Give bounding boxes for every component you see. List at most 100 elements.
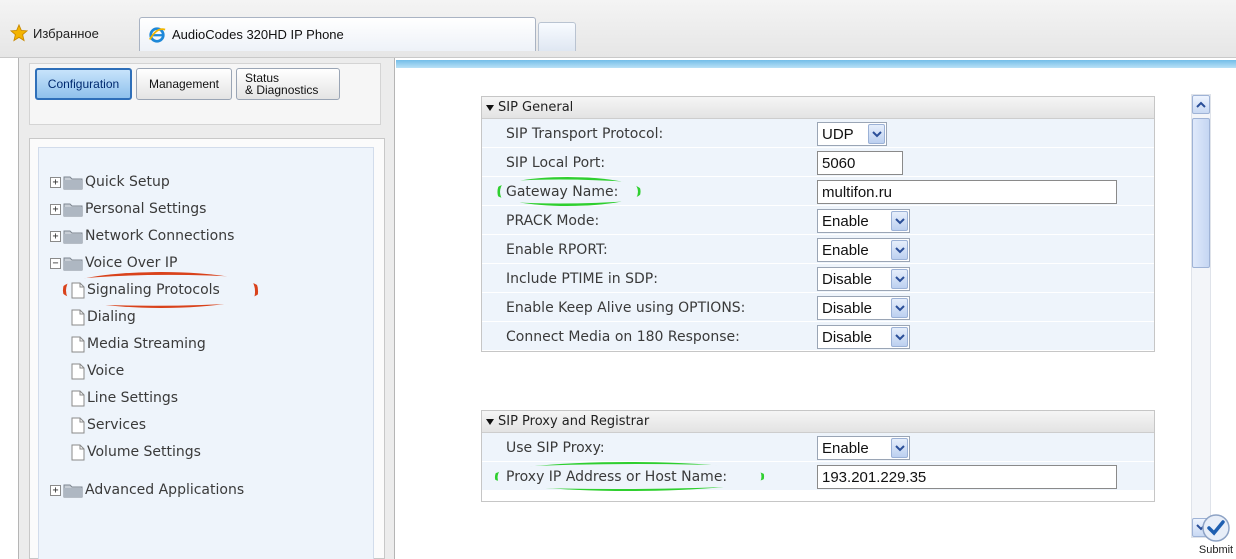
keep-alive-options-label: Enable Keep Alive using OPTIONS: [506, 299, 746, 316]
vertical-scrollbar[interactable] [1191, 94, 1211, 538]
sip-proxy-title: SIP Proxy and Registrar [498, 414, 650, 429]
proxy-ip-input[interactable]: 193.201.229.35 [817, 465, 1117, 489]
tree-item-personal-settings[interactable]: + Personal Settings [50, 197, 206, 221]
row-sip-local-port: SIP Local Port: 5060 [482, 148, 1154, 177]
page-icon [71, 309, 85, 325]
main-content: SIP General SIP Transport Protocol: UDP … [396, 58, 1236, 559]
left-panel: Configuration Management Status & Diagno… [18, 58, 395, 559]
collapse-icon[interactable]: − [50, 257, 61, 269]
use-sip-proxy-label: Use SIP Proxy: [506, 439, 605, 456]
select-value: UDP [822, 125, 854, 143]
keep-alive-options-select[interactable]: Disable [817, 296, 910, 320]
favorites-label: Избранное [33, 25, 99, 41]
tree-label: Line Settings [87, 390, 179, 406]
scroll-up-button[interactable] [1192, 95, 1210, 114]
row-use-sip-proxy: Use SIP Proxy: Enable [482, 433, 1154, 462]
folder-icon [63, 176, 83, 190]
tree-item-volume-settings[interactable]: Volume Settings [71, 440, 201, 464]
chevron-down-icon[interactable] [868, 124, 885, 144]
sip-general-section: SIP General SIP Transport Protocol: UDP … [481, 96, 1155, 352]
status-diagnostics-tab[interactable]: Status & Diagnostics [236, 68, 340, 100]
page-icon [71, 417, 85, 433]
select-value: Disable [822, 328, 873, 346]
chevron-down-icon[interactable] [891, 327, 908, 347]
sip-proxy-header[interactable]: SIP Proxy and Registrar [482, 411, 1154, 433]
sip-transport-protocol-select[interactable]: UDP [817, 122, 887, 146]
tree-item-line-settings[interactable]: Line Settings [71, 386, 178, 410]
page-icon [71, 444, 85, 460]
tree-label: Signaling Protocols [87, 282, 220, 298]
chevron-down-icon[interactable] [891, 269, 908, 289]
tree-item-network-connections[interactable]: + Network Connections [50, 224, 234, 248]
folder-icon [63, 257, 83, 271]
tree-item-quick-setup[interactable]: + Quick Setup [50, 170, 170, 194]
tree-item-services[interactable]: Services [71, 413, 146, 437]
submit-button[interactable]: Submit [1196, 513, 1236, 559]
browser-tab-bar: Избранное AudioCodes 320HD IP Phone [0, 0, 1236, 58]
gateway-name-input[interactable]: multifon.ru [817, 180, 1117, 204]
browser-tab-active[interactable]: AudioCodes 320HD IP Phone [139, 17, 536, 51]
chevron-down-icon[interactable] [891, 211, 908, 231]
folder-icon [63, 230, 83, 244]
select-value: Enable [822, 212, 869, 230]
expand-icon[interactable]: + [50, 203, 61, 215]
top-navigation: Configuration Management Status & Diagno… [29, 63, 381, 125]
new-tab-button[interactable] [538, 22, 576, 51]
favorites-button[interactable]: Избранное [10, 20, 99, 46]
tree-label: Media Streaming [87, 336, 206, 352]
chevron-down-icon[interactable] [891, 240, 908, 260]
tree-item-media-streaming[interactable]: Media Streaming [71, 332, 206, 356]
management-tab-label: Management [148, 77, 220, 91]
tree-item-dialing[interactable]: Dialing [71, 305, 136, 329]
row-proxy-ip: Proxy IP Address or Host Name: 193.201.2… [482, 462, 1154, 491]
folder-icon [63, 484, 83, 498]
chevron-up-icon [1196, 101, 1206, 108]
sip-local-port-label: SIP Local Port: [506, 154, 606, 171]
collapse-triangle-icon[interactable] [485, 417, 495, 427]
row-connect-media-180: Connect Media on 180 Response: Disable [482, 322, 1154, 351]
management-tab[interactable]: Management [136, 68, 232, 100]
tree-item-signaling-protocols[interactable]: Signaling Protocols [71, 278, 220, 302]
chevron-down-icon[interactable] [891, 438, 908, 458]
include-ptime-select[interactable]: Disable [817, 267, 910, 291]
tree-item-voice[interactable]: Voice [71, 359, 124, 383]
row-gateway-name: Gateway Name: multifon.ru [482, 177, 1154, 206]
connect-media-180-select[interactable]: Disable [817, 325, 910, 349]
use-sip-proxy-select[interactable]: Enable [817, 436, 910, 460]
sip-general-header[interactable]: SIP General [482, 97, 1154, 119]
status-tab-line2: & Diagnostics [245, 83, 319, 97]
chevron-down-icon[interactable] [891, 298, 908, 318]
sip-general-title: SIP General [498, 100, 574, 115]
sip-local-port-input[interactable]: 5060 [817, 151, 903, 175]
scroll-thumb[interactable] [1192, 118, 1210, 268]
expand-icon[interactable]: + [50, 484, 61, 496]
page-icon [71, 363, 85, 379]
tree-label: Quick Setup [85, 174, 170, 190]
expand-icon[interactable]: + [50, 176, 61, 188]
page-icon [71, 390, 85, 406]
enable-rport-label: Enable RPORT: [506, 241, 608, 258]
configuration-tab[interactable]: Configuration [35, 68, 132, 100]
sip-proxy-section: SIP Proxy and Registrar Use SIP Proxy: E… [481, 410, 1155, 502]
browser-tab-title: AudioCodes 320HD IP Phone [172, 27, 344, 42]
tree-label: Network Connections [85, 228, 235, 244]
tree-item-voice-over-ip[interactable]: − Voice Over IP [50, 251, 177, 275]
select-value: Disable [822, 299, 873, 317]
row-include-ptime: Include PTIME in SDP: Disable [482, 264, 1154, 293]
select-value: Enable [822, 241, 869, 259]
tree-label: Advanced Applications [85, 482, 245, 498]
sip-transport-protocol-label: SIP Transport Protocol: [506, 125, 664, 142]
collapse-triangle-icon[interactable] [485, 103, 495, 113]
tree-label: Voice Over IP [85, 255, 178, 271]
page-icon [71, 336, 85, 352]
row-keep-alive-options: Enable Keep Alive using OPTIONS: Disable [482, 293, 1154, 322]
tree-item-advanced-applications[interactable]: + Advanced Applications [50, 478, 244, 502]
enable-rport-select[interactable]: Enable [817, 238, 910, 262]
configuration-tab-label: Configuration [47, 77, 120, 91]
prack-mode-select[interactable]: Enable [817, 209, 910, 233]
tree-label: Voice [87, 363, 125, 379]
folder-icon [63, 203, 83, 217]
gateway-name-label: Gateway Name: [506, 183, 619, 200]
expand-icon[interactable]: + [50, 230, 61, 242]
tree-label: Services [87, 417, 147, 433]
